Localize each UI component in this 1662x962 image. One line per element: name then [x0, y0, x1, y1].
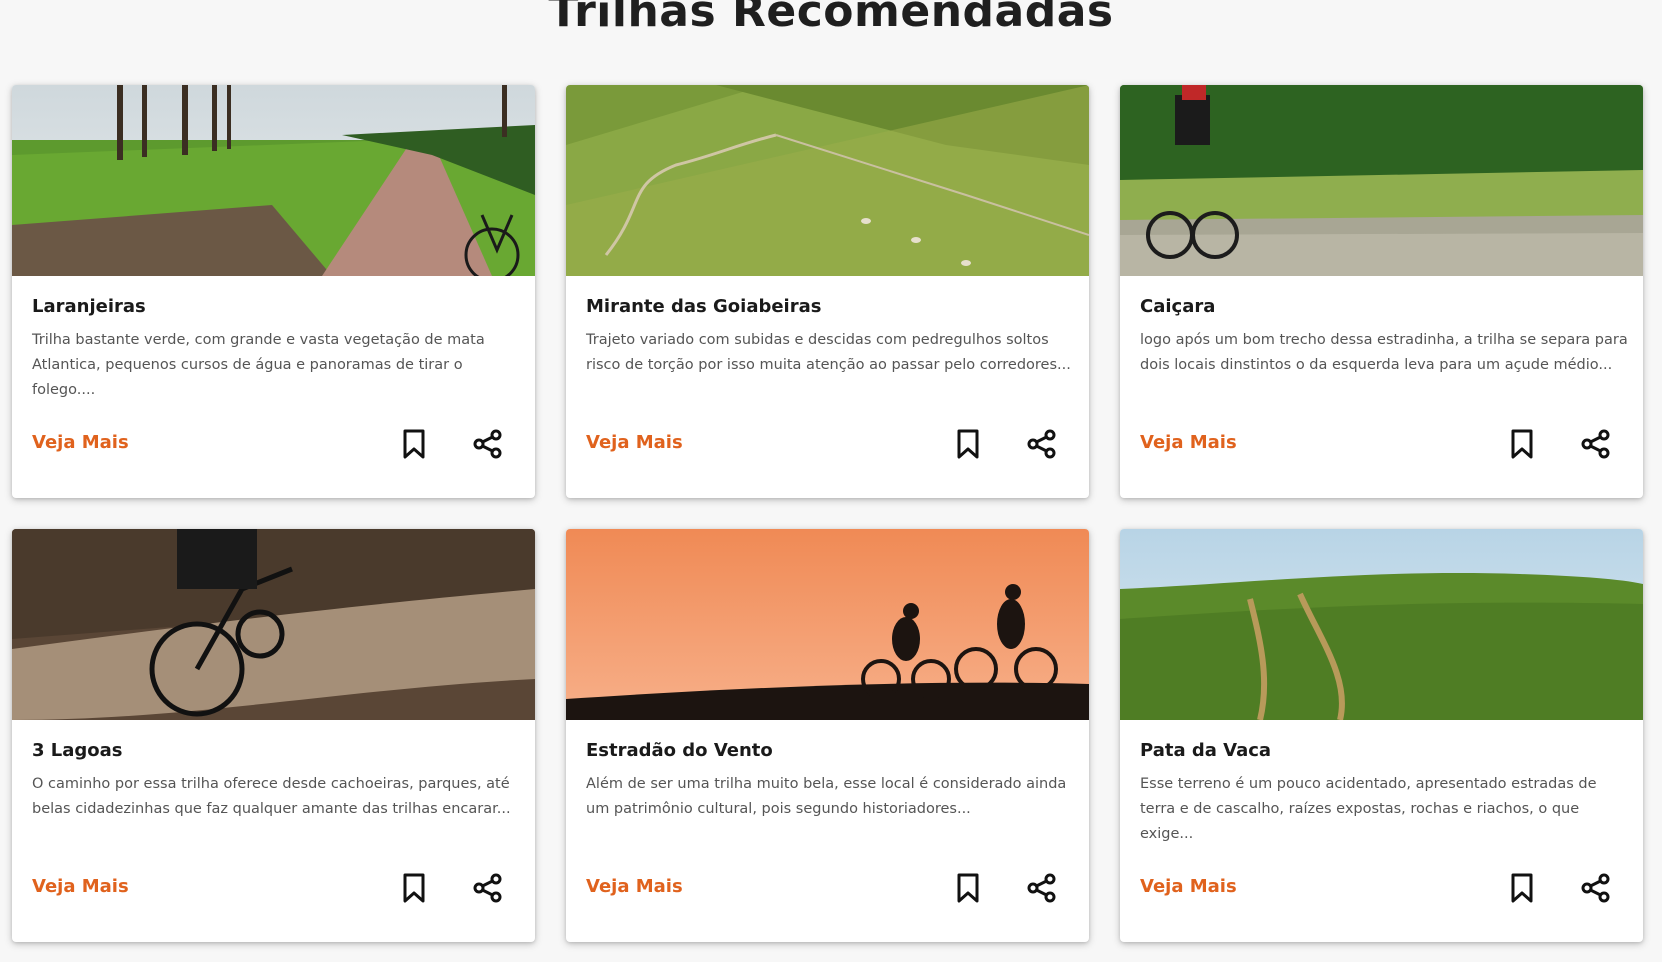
- trail-card: 3 Lagoas O caminho por essa trilha ofere…: [12, 529, 535, 942]
- trail-photo: [1120, 529, 1643, 720]
- bookmark-icon[interactable]: [1504, 870, 1540, 906]
- trail-description: logo após um bom trecho dessa estradinha…: [1140, 332, 1628, 373]
- card-content: Caiçara logo após um bom trecho dessa es…: [1120, 276, 1643, 498]
- trail-photo: [12, 85, 535, 276]
- share-icon[interactable]: [1578, 426, 1614, 462]
- trail-description: O caminho por essa trilha oferece desde …: [32, 776, 511, 817]
- trail-card: Caiçara logo após um bom trecho dessa es…: [1120, 85, 1643, 498]
- veja-mais-link[interactable]: Veja Mais: [586, 432, 683, 453]
- bookmark-icon[interactable]: [396, 870, 432, 906]
- trail-card: Mirante das Goiabeiras Trajeto variado c…: [566, 85, 1089, 498]
- bookmark-icon[interactable]: [950, 426, 986, 462]
- card-actions: Veja Mais: [586, 424, 1069, 464]
- card-actions: Veja Mais: [32, 424, 515, 464]
- trail-description: Trajeto variado com subidas e descidas c…: [586, 332, 1071, 373]
- trail-title: Estradão do Vento: [586, 740, 773, 761]
- trail-photo: [566, 529, 1089, 720]
- trail-photo: [566, 85, 1089, 276]
- trail-title: 3 Lagoas: [32, 740, 123, 761]
- veja-mais-link[interactable]: Veja Mais: [586, 876, 683, 897]
- trail-photo: [12, 529, 535, 720]
- bookmark-icon[interactable]: [396, 426, 432, 462]
- card-content: Mirante das Goiabeiras Trajeto variado c…: [566, 276, 1089, 498]
- veja-mais-link[interactable]: Veja Mais: [32, 876, 129, 897]
- trail-description: Trilha bastante verde, com grande e vast…: [32, 332, 485, 398]
- trail-card: Laranjeiras Trilha bastante verde, com g…: [12, 85, 535, 498]
- trail-title: Caiçara: [1140, 296, 1216, 317]
- veja-mais-link[interactable]: Veja Mais: [1140, 876, 1237, 897]
- trail-title: Laranjeiras: [32, 296, 146, 317]
- card-actions: Veja Mais: [1140, 868, 1623, 908]
- bookmark-icon[interactable]: [1504, 426, 1540, 462]
- trail-description: Além de ser uma trilha muito bela, esse …: [586, 776, 1067, 817]
- page-title: Trilhas Recomendadas: [548, 0, 1114, 37]
- trail-card: Pata da Vaca Esse terreno é um pouco aci…: [1120, 529, 1643, 942]
- trail-card: Estradão do Vento Além de ser uma trilha…: [566, 529, 1089, 942]
- card-actions: Veja Mais: [586, 868, 1069, 908]
- share-icon[interactable]: [1578, 870, 1614, 906]
- card-content: Laranjeiras Trilha bastante verde, com g…: [12, 276, 535, 498]
- share-icon[interactable]: [1024, 426, 1060, 462]
- trail-photo: [1120, 85, 1643, 276]
- veja-mais-link[interactable]: Veja Mais: [1140, 432, 1237, 453]
- veja-mais-link[interactable]: Veja Mais: [32, 432, 129, 453]
- card-content: Pata da Vaca Esse terreno é um pouco aci…: [1120, 720, 1643, 942]
- trail-card-grid: Laranjeiras Trilha bastante verde, com g…: [12, 85, 1643, 942]
- bookmark-icon[interactable]: [950, 870, 986, 906]
- card-actions: Veja Mais: [32, 868, 515, 908]
- share-icon[interactable]: [1024, 870, 1060, 906]
- trail-title: Mirante das Goiabeiras: [586, 296, 822, 317]
- share-icon[interactable]: [470, 426, 506, 462]
- trail-title: Pata da Vaca: [1140, 740, 1272, 761]
- card-actions: Veja Mais: [1140, 424, 1623, 464]
- share-icon[interactable]: [470, 870, 506, 906]
- card-content: Estradão do Vento Além de ser uma trilha…: [566, 720, 1089, 942]
- trail-description: Esse terreno é um pouco acidentado, apre…: [1140, 776, 1597, 842]
- card-content: 3 Lagoas O caminho por essa trilha ofere…: [12, 720, 535, 942]
